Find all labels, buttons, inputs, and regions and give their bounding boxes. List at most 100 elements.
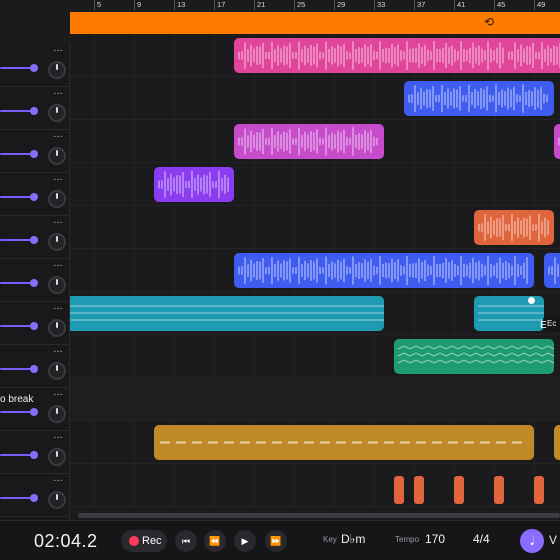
fast-forward-icon[interactable]: ⏩	[265, 530, 287, 552]
volume-slider[interactable]	[0, 282, 34, 284]
volume-slider-thumb[interactable]	[30, 150, 38, 158]
daw-app: 5 9 13 17 21 25 29 33 37 41 45 49 ⟲ ……………	[0, 0, 560, 560]
pan-knob[interactable]	[48, 147, 66, 165]
track-more-icon[interactable]: …	[53, 259, 63, 269]
audio-clip[interactable]	[554, 124, 560, 159]
audio-clip[interactable]	[494, 476, 504, 504]
volume-slider-thumb[interactable]	[30, 193, 38, 201]
waveform	[534, 476, 544, 504]
audio-clip[interactable]	[234, 38, 534, 73]
volume-slider-thumb[interactable]	[30, 451, 38, 459]
volume-slider-thumb[interactable]	[30, 365, 38, 373]
time-signature[interactable]: 4/4	[473, 532, 490, 546]
waveform	[478, 213, 549, 242]
volume-slider-thumb[interactable]	[30, 64, 38, 72]
pan-knob[interactable]	[48, 491, 66, 509]
track-lane[interactable]	[70, 163, 560, 206]
volume-slider-thumb[interactable]	[30, 279, 38, 287]
track-more-icon[interactable]: …	[53, 87, 63, 97]
volume-slider[interactable]	[0, 411, 34, 413]
volume-slider[interactable]	[0, 110, 34, 112]
track-more-icon[interactable]: …	[53, 302, 63, 312]
time-display: 02:04.2	[34, 531, 98, 551]
scrollbar-thumb[interactable]	[78, 513, 560, 518]
playhead-marker[interactable]	[528, 297, 535, 304]
pan-knob[interactable]	[48, 61, 66, 79]
pan-knob[interactable]	[48, 233, 66, 251]
volume-slider[interactable]	[0, 454, 34, 456]
track-lane[interactable]	[70, 378, 560, 421]
audio-clip[interactable]	[70, 296, 384, 331]
loop-region[interactable]: ⟲	[70, 12, 560, 34]
volume-slider[interactable]	[0, 153, 34, 155]
track-more-icon[interactable]: …	[53, 431, 63, 441]
track-more-icon[interactable]: …	[53, 474, 63, 484]
rewind-icon[interactable]: ⏪	[204, 530, 226, 552]
timeline-ruler[interactable]: 5 9 13 17 21 25 29 33 37 41 45 49	[70, 0, 560, 12]
tempo-value[interactable]: 170	[425, 532, 445, 546]
audio-clip[interactable]	[454, 476, 464, 504]
pan-knob[interactable]	[48, 276, 66, 294]
pan-knob[interactable]	[48, 190, 66, 208]
track-header[interactable]: …	[0, 216, 70, 259]
volume-slider[interactable]	[0, 196, 34, 198]
track-more-icon[interactable]: …	[53, 173, 63, 183]
track-more-icon[interactable]: …	[53, 130, 63, 140]
more-label[interactable]: V	[549, 533, 557, 547]
pan-knob[interactable]	[48, 362, 66, 380]
skip-back-icon[interactable]: ⏮	[175, 530, 197, 552]
volume-slider-thumb[interactable]	[30, 322, 38, 330]
volume-slider-thumb[interactable]	[30, 494, 38, 502]
audio-clip[interactable]	[474, 210, 554, 245]
track-more-icon[interactable]: …	[53, 388, 63, 398]
track-more-icon[interactable]: …	[53, 44, 63, 54]
track-header[interactable]: …	[0, 173, 70, 216]
waveform	[160, 441, 528, 444]
track-more-icon[interactable]: …	[53, 216, 63, 226]
pan-knob[interactable]	[48, 319, 66, 337]
arrangement-area[interactable]	[70, 34, 560, 510]
record-button[interactable]: Rec	[121, 530, 167, 552]
audio-clip[interactable]	[404, 81, 554, 116]
track-header[interactable]: …	[0, 474, 70, 517]
volume-slider-thumb[interactable]	[30, 408, 38, 416]
record-label: Rec	[142, 535, 162, 547]
volume-slider[interactable]	[0, 497, 34, 499]
pan-knob[interactable]	[48, 448, 66, 466]
audio-clip[interactable]	[394, 476, 404, 504]
track-header[interactable]: …	[0, 302, 70, 345]
volume-slider[interactable]	[0, 239, 34, 241]
audio-clip[interactable]	[534, 476, 544, 504]
audio-clip[interactable]	[394, 339, 554, 374]
volume-slider-thumb[interactable]	[30, 236, 38, 244]
audio-clip[interactable]	[554, 425, 560, 460]
play-icon[interactable]: ▶	[234, 530, 256, 552]
track-lane[interactable]	[70, 464, 560, 507]
loop-icon[interactable]: ⟲	[484, 15, 494, 29]
track-header[interactable]: …	[0, 431, 70, 474]
track-header[interactable]: … o break	[0, 388, 70, 431]
track-more-icon[interactable]: …	[53, 345, 63, 355]
audio-clip[interactable]	[154, 167, 234, 202]
audio-clip[interactable]	[504, 38, 560, 73]
volume-slider[interactable]	[0, 325, 34, 327]
audio-clip[interactable]	[154, 425, 534, 460]
audio-clip[interactable]	[544, 253, 560, 288]
track-header[interactable]: …	[0, 345, 70, 388]
track-header[interactable]: …	[0, 130, 70, 173]
pan-knob[interactable]	[48, 405, 66, 423]
volume-slider[interactable]	[0, 67, 34, 69]
key-value[interactable]: D♭m	[341, 532, 365, 546]
track-header[interactable]: …	[0, 87, 70, 130]
track-header[interactable]: …	[0, 259, 70, 302]
pan-knob[interactable]	[48, 104, 66, 122]
horizontal-scrollbar[interactable]	[70, 510, 560, 520]
audio-clip[interactable]	[234, 124, 384, 159]
audio-clip[interactable]	[234, 253, 534, 288]
track-header[interactable]: …	[0, 44, 70, 87]
volume-slider[interactable]	[0, 368, 34, 370]
volume-slider-thumb[interactable]	[30, 107, 38, 115]
ruler-tick: 29	[334, 0, 345, 10]
metronome-icon[interactable]: 𝅘𝅥	[520, 529, 544, 553]
audio-clip[interactable]	[414, 476, 424, 504]
